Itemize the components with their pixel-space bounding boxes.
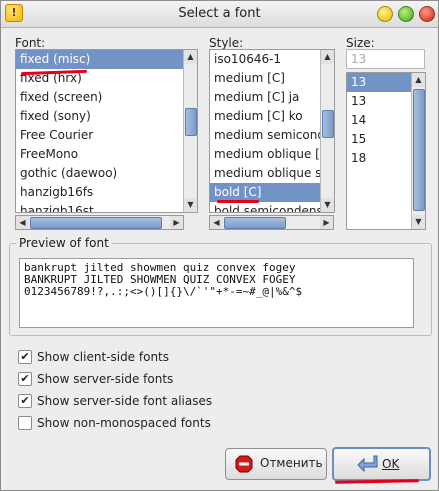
scroll-down-icon[interactable]: ▼ (412, 215, 425, 229)
cancel-button-label: Отменить (260, 456, 323, 470)
font-label: Font: (15, 36, 46, 50)
scroll-thumb[interactable] (322, 110, 334, 138)
annotation-underline-ok (334, 479, 420, 484)
hscroll-thumb[interactable] (30, 217, 162, 229)
style-list-scrollbar[interactable]: ▲ ▼ (320, 50, 334, 212)
scroll-up-icon[interactable]: ▲ (412, 73, 425, 87)
font-item[interactable]: hanzigb16fs (16, 183, 197, 202)
font-item[interactable]: fixed (sony) (16, 107, 197, 126)
option-checkbox-3[interactable] (18, 416, 32, 430)
option-checkbox-0[interactable]: ✔ (18, 350, 32, 364)
scroll-right-icon[interactable]: ▶ (170, 216, 183, 229)
scroll-up-icon[interactable]: ▲ (321, 50, 334, 64)
ok-button-label: OK (382, 457, 400, 471)
font-item[interactable]: fixed (misc) (16, 50, 197, 69)
scroll-down-icon[interactable]: ▼ (184, 198, 197, 212)
style-item[interactable]: iso10646-1 (210, 50, 334, 69)
style-item[interactable]: bold semicondens (210, 202, 334, 212)
font-item[interactable]: FreeMono (16, 145, 197, 164)
window-title: Select a font (178, 6, 261, 21)
style-label: Style: (209, 36, 244, 50)
title-bar: ! Select a font (1, 1, 438, 28)
size-list-scrollbar[interactable]: ▲ ▼ (411, 73, 425, 229)
preview-text: bankrupt jilted showmen quiz convex foge… (19, 258, 414, 328)
style-item[interactable]: medium oblique se (210, 164, 334, 183)
scroll-thumb[interactable] (185, 108, 197, 136)
font-item[interactable]: fixed (screen) (16, 88, 197, 107)
preview-label: Preview of font (16, 236, 112, 250)
scroll-left-icon[interactable]: ◀ (210, 216, 223, 229)
style-items: iso10646-1 medium [C] medium [C] ja medium … (210, 50, 334, 212)
style-list[interactable]: iso10646-1 medium [C] medium [C] ja medium … (209, 49, 335, 213)
size-label: Size: (346, 36, 375, 50)
font-dialog-window: ! Select a font Font: fixed (misc) fixed … (0, 0, 439, 491)
cancel-button[interactable]: Отменить (225, 448, 327, 480)
enter-arrow-icon (357, 455, 378, 472)
font-list-scrollbar[interactable]: ▲ ▼ (183, 50, 197, 212)
style-list-hscrollbar[interactable]: ◀ ▶ (209, 215, 334, 230)
style-item[interactable]: medium [C] (210, 69, 334, 88)
font-list-hscrollbar[interactable]: ◀ ▶ (15, 215, 184, 230)
style-item[interactable]: medium [C] ko (210, 107, 334, 126)
ok-button[interactable]: OK (332, 447, 431, 481)
option-label-1: Show server-side fonts (37, 372, 174, 386)
scroll-down-icon[interactable]: ▼ (321, 198, 334, 212)
hscroll-thumb[interactable] (224, 217, 286, 229)
option-checkbox-2[interactable]: ✔ (18, 394, 32, 408)
stop-icon (235, 455, 253, 473)
option-label-2: Show server-side font aliases (37, 394, 213, 408)
font-item[interactable]: Free Courier (16, 126, 197, 145)
option-label-3: Show non-monospaced fonts (37, 416, 211, 430)
scroll-right-icon[interactable]: ▶ (320, 216, 333, 229)
maximize-button[interactable] (398, 6, 414, 22)
option-label-0: Show client-side fonts (37, 350, 170, 364)
style-item[interactable]: medium oblique [C (210, 145, 334, 164)
scroll-thumb[interactable] (413, 89, 425, 211)
font-item[interactable]: hanzigb16st (16, 202, 197, 212)
font-items: fixed (misc) fixed (hrx) fixed (screen) fix… (16, 50, 197, 212)
style-item[interactable]: medium [C] ja (210, 88, 334, 107)
font-item[interactable]: gothic (daewoo) (16, 164, 197, 183)
size-list[interactable]: 13 13 14 15 18 ▲ ▼ (346, 72, 426, 230)
scroll-left-icon[interactable]: ◀ (16, 216, 29, 229)
style-item[interactable]: medium semicond (210, 126, 334, 145)
option-checkbox-1[interactable]: ✔ (18, 372, 32, 386)
annotation-underline-style (217, 200, 259, 203)
scroll-up-icon[interactable]: ▲ (184, 50, 197, 64)
close-button[interactable] (419, 6, 435, 22)
minimize-button[interactable] (377, 6, 393, 22)
preview-line-symbols: 0123456789!?,.:;<>()[]{}\/`'"+*-=~#_@|%&… (24, 285, 303, 298)
size-entry[interactable]: 13 (346, 49, 425, 69)
